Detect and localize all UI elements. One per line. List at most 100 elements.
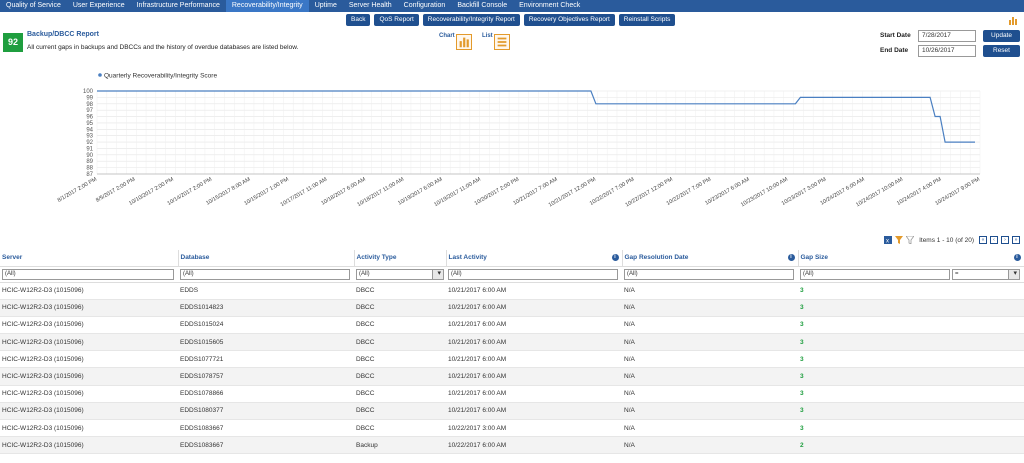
- cell-gap-size: 3: [798, 299, 1024, 317]
- cell-activity-type: DBCC: [354, 333, 446, 352]
- table-row[interactable]: HCIC-W12R2-D3 (1015096) EDDS1083667 DBCC 10…: [0, 419, 1024, 438]
- database-filter-input[interactable]: (All): [180, 268, 350, 280]
- col-header-last-activity-label: Last Activity: [448, 254, 487, 262]
- table-row[interactable]: HCIC-W12R2-D3 (1015096) EDDS1014823 DBCC 10…: [0, 299, 1024, 317]
- cell-server: HCIC-W12R2-D3 (1015096): [0, 299, 178, 317]
- cell-last-activity-text: 10/21/2017 6:00 AM: [448, 321, 507, 329]
- col-header-database[interactable]: Database: [178, 250, 355, 267]
- list-view-icon[interactable]: [494, 34, 510, 50]
- col-header-gap-size[interactable]: Gap Size i: [798, 250, 1024, 267]
- report-description: All current gaps in backups and DBCCs an…: [27, 44, 299, 51]
- table-row[interactable]: HCIC-W12R2-D3 (1015096) EDDS1077721 DBCC 10…: [0, 350, 1024, 369]
- pager-info: Items 1 - 10 (of 20): [919, 236, 974, 244]
- reinstall-scripts-button[interactable]: Reinstall Scripts: [618, 14, 676, 26]
- tab-server-health[interactable]: Server Health: [343, 0, 398, 12]
- cell-server-text: HCIC-W12R2-D3 (1015096): [2, 424, 84, 432]
- y-tick-label: 92: [86, 140, 93, 146]
- y-tick-label: 94: [86, 127, 93, 133]
- cell-activity-type-text: DBCC: [356, 355, 375, 363]
- table-row[interactable]: HCIC-W12R2-D3 (1015096) EDDS1083667 Backup…: [0, 436, 1024, 455]
- svg-text:x: x: [886, 239, 889, 245]
- y-tick-label: 93: [86, 134, 93, 140]
- cell-database-text: EDDS1077721: [180, 355, 224, 363]
- cell-last-activity-text: 10/21/2017 6:00 AM: [448, 390, 507, 398]
- back-button[interactable]: Back: [346, 14, 371, 26]
- table-row[interactable]: HCIC-W12R2-D3 (1015096) EDDS1078866 DBCC 10…: [0, 385, 1024, 403]
- table-row[interactable]: HCIC-W12R2-D3 (1015096) EDDS1015024 DBCC 10…: [0, 316, 1024, 335]
- table-row[interactable]: HCIC-W12R2-D3 (1015096) EDDS1015605 DBCC 10…: [0, 333, 1024, 352]
- cell-database-text: EDDS: [180, 287, 199, 295]
- cell-gap-size: 3: [798, 419, 1024, 438]
- tab-infrastructure-performance[interactable]: Infrastructure Performance: [131, 0, 226, 12]
- table-row[interactable]: HCIC-W12R2-D3 (1015096) EDDS1080377 DBCC 10…: [0, 402, 1024, 421]
- excel-export-icon[interactable]: x: [884, 236, 893, 245]
- tab-quality-of-service[interactable]: Quality of Service: [0, 0, 67, 12]
- report-title: Backup/DBCC Report: [27, 31, 99, 38]
- cell-activity-type-text: DBCC: [356, 338, 375, 346]
- gap-size-operator-select[interactable]: =: [951, 268, 1020, 280]
- col-header-gap-resolution-date[interactable]: Gap Resolution Date i: [622, 250, 799, 267]
- cell-database: EDDS1083667: [178, 419, 354, 438]
- info-icon[interactable]: i: [1013, 254, 1021, 261]
- y-tick-label: 88: [86, 166, 93, 172]
- list-view-label: List: [482, 33, 493, 39]
- cell-activity-type-text: DBCC: [356, 424, 375, 432]
- cell-gap-size: 2: [798, 436, 1024, 455]
- tab-uptime[interactable]: Uptime: [309, 0, 343, 12]
- start-date-label: Start Date: [880, 32, 911, 39]
- cell-gap-resolution-date-text: N/A: [624, 287, 635, 295]
- qos-report-button[interactable]: QoS Report: [374, 14, 419, 26]
- server-filter-input[interactable]: (All): [2, 268, 174, 280]
- cell-gap-size: 3: [798, 316, 1024, 335]
- y-tick-label: 89: [86, 159, 93, 165]
- cell-gap-resolution-date: N/A: [622, 316, 798, 335]
- col-header-server[interactable]: Server: [0, 250, 179, 267]
- recoverability-report-button[interactable]: Recoverability/Integrity Report: [422, 14, 520, 26]
- gap-resolution-filter-input[interactable]: (All): [624, 268, 794, 280]
- chart-view-icon[interactable]: [456, 34, 472, 50]
- cell-server: HCIC-W12R2-D3 (1015096): [0, 419, 178, 438]
- tab-recoverability-integrity[interactable]: Recoverability/Integrity: [225, 0, 309, 12]
- update-button[interactable]: Update: [983, 30, 1020, 42]
- cell-server-text: HCIC-W12R2-D3 (1015096): [2, 407, 84, 415]
- cell-gap-resolution-date: N/A: [622, 385, 798, 403]
- info-icon[interactable]: i: [787, 254, 795, 261]
- table-row[interactable]: HCIC-W12R2-D3 (1015096) EDDS1078757 DBCC 10…: [0, 367, 1024, 386]
- pager-last-button[interactable]: »: [1012, 236, 1020, 244]
- cell-last-activity-text: 10/22/2017 6:00 AM: [448, 441, 507, 449]
- end-date-input[interactable]: 10/26/2017: [918, 45, 976, 57]
- col-header-activity-type[interactable]: Activity Type: [354, 250, 447, 267]
- cell-activity-type: DBCC: [354, 282, 446, 300]
- table-row[interactable]: HCIC-W12R2-D3 (1015096) EDDS DBCC 10/21/201…: [0, 282, 1024, 300]
- pager-next-button[interactable]: ›: [1001, 236, 1009, 244]
- last-activity-filter-input[interactable]: (All): [448, 268, 618, 280]
- cell-server-text: HCIC-W12R2-D3 (1015096): [2, 287, 84, 295]
- tab-user-experience[interactable]: User Experience: [67, 0, 131, 12]
- tab-configuration[interactable]: Configuration: [398, 0, 452, 12]
- cell-gap-resolution-date-text: N/A: [624, 424, 635, 432]
- filter-icon[interactable]: [895, 236, 904, 244]
- cell-database-text: EDDS1080377: [180, 407, 224, 415]
- pager-prev-button[interactable]: ‹: [990, 236, 998, 244]
- activity-type-filter-select[interactable]: (All): [356, 268, 444, 280]
- start-date-input[interactable]: 7/28/2017: [918, 30, 976, 42]
- gap-size-filter-input[interactable]: (All): [800, 268, 950, 280]
- tab-environment-check[interactable]: Environment Check: [513, 0, 586, 12]
- clear-filter-icon[interactable]: [906, 236, 915, 244]
- col-header-gap-size-label: Gap Size: [800, 254, 828, 262]
- pager-first-button[interactable]: «: [979, 236, 987, 244]
- reset-button[interactable]: Reset: [983, 45, 1020, 57]
- recovery-objectives-button[interactable]: Recovery Objectives Report: [523, 14, 615, 26]
- bar-chart-icon[interactable]: [1008, 15, 1018, 25]
- cell-gap-size-text: 3: [800, 355, 804, 363]
- tab-backfill-console[interactable]: Backfill Console: [451, 0, 513, 12]
- col-header-last-activity[interactable]: Last Activity i: [446, 250, 623, 267]
- cell-gap-resolution-date: N/A: [622, 333, 798, 352]
- cell-gap-resolution-date-text: N/A: [624, 407, 635, 415]
- legend-label: Quarterly Recoverability/Integrity Score: [104, 73, 217, 80]
- cell-gap-resolution-date-text: N/A: [624, 338, 635, 346]
- cell-database: EDDS: [178, 282, 354, 300]
- cell-database-text: EDDS1083667: [180, 441, 224, 449]
- cell-server-text: HCIC-W12R2-D3 (1015096): [2, 355, 84, 363]
- info-icon[interactable]: i: [611, 254, 619, 261]
